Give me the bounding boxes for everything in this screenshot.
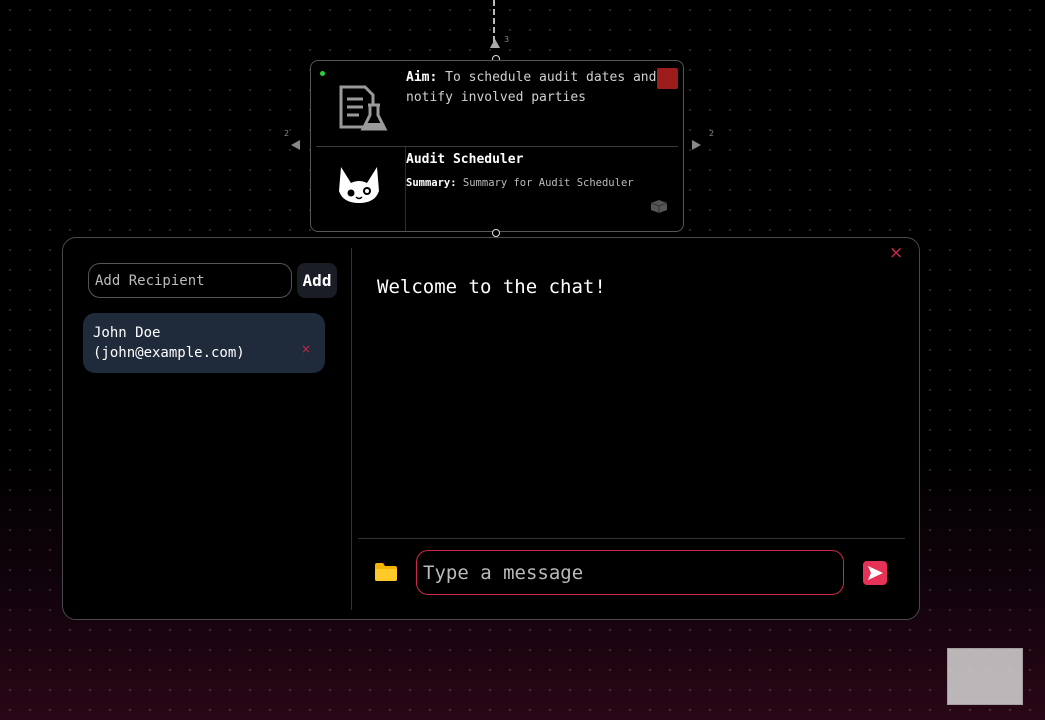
remove-recipient-button[interactable]: ×: [301, 342, 311, 356]
welcome-message: Welcome to the chat!: [377, 276, 606, 298]
bottom-port-handle[interactable]: [492, 229, 500, 237]
connector-arrow-up-icon: [490, 39, 500, 48]
node-summary: Summary: Summary for Audit Scheduler: [406, 177, 634, 189]
top-port-label: 3: [504, 35, 510, 44]
message-input[interactable]: [416, 550, 844, 595]
document-science-icon: [339, 85, 388, 131]
minimap[interactable]: [947, 648, 1023, 705]
recipient-item[interactable]: John Doe (john@example.com) ×: [83, 313, 325, 373]
message-area-divider: [358, 538, 905, 539]
add-recipient-input[interactable]: [88, 263, 292, 298]
send-icon: [868, 566, 883, 580]
folder-icon[interactable]: [374, 562, 398, 582]
cube-icon[interactable]: [649, 199, 669, 215]
node-divider: [316, 146, 678, 147]
chat-panel: × Add John Doe (john@example.com) × Welc…: [62, 237, 920, 620]
node-delete-button[interactable]: [657, 68, 678, 89]
left-port-arrow-icon[interactable]: [291, 140, 300, 150]
panel-divider: [351, 248, 352, 610]
connector-dashed-line: [493, 0, 495, 42]
add-recipient-button[interactable]: Add: [297, 263, 337, 298]
node-aim: Aim: To schedule audit dates and notify …: [406, 70, 657, 105]
cat-face-icon: [339, 167, 379, 203]
status-indicator: [320, 71, 325, 76]
node-title: Audit Scheduler: [406, 152, 524, 167]
close-chat-button[interactable]: ×: [889, 243, 903, 263]
audit-scheduler-node[interactable]: Aim: To schedule audit dates and notify …: [310, 60, 684, 232]
right-port-label: 2: [709, 129, 715, 138]
recipient-label: John Doe (john@example.com): [93, 325, 245, 361]
left-port-label: 2: [284, 129, 290, 138]
send-button[interactable]: [863, 561, 887, 585]
right-port-arrow-icon[interactable]: [692, 140, 701, 150]
